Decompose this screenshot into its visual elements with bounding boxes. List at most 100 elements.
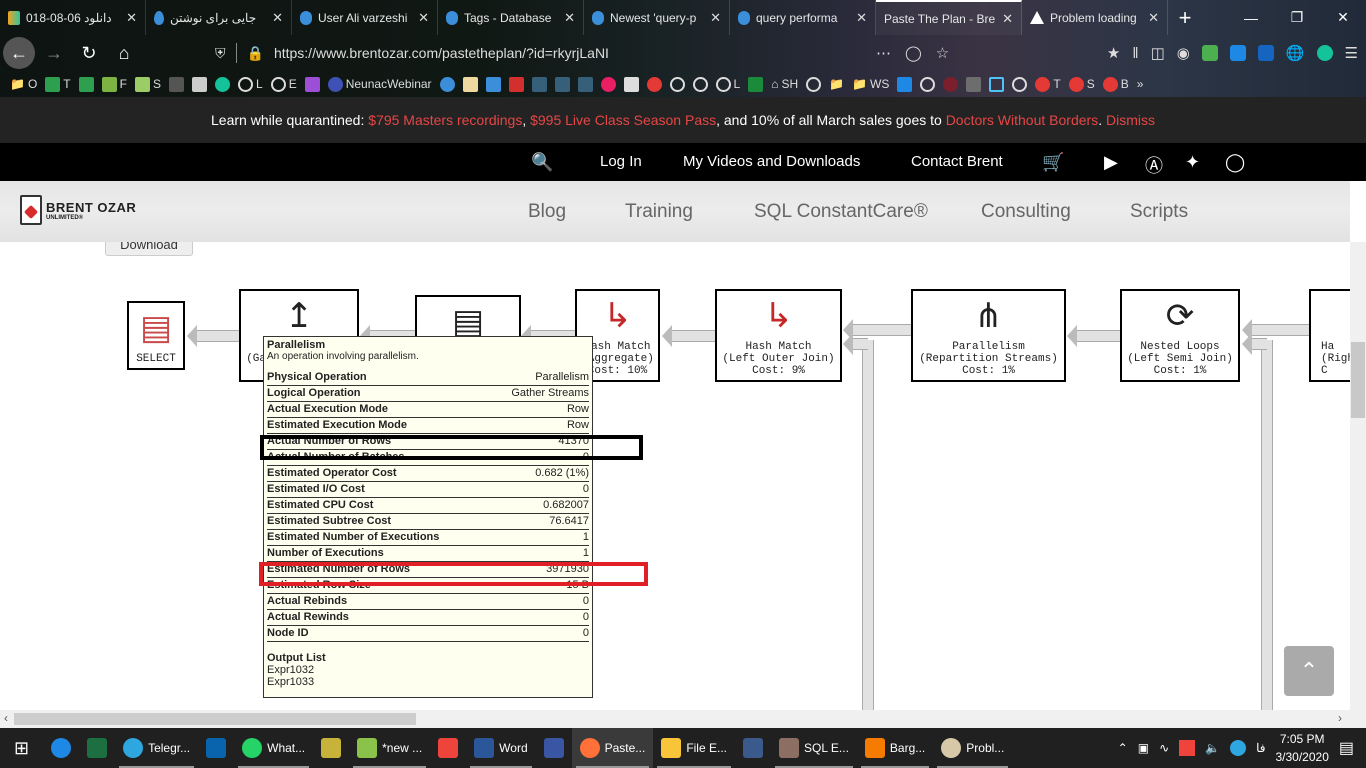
- account-icon[interactable]: ◉: [1177, 44, 1190, 62]
- close-tab-icon[interactable]: ✕: [856, 10, 867, 26]
- bookmark-star-icon[interactable]: ☆: [936, 44, 949, 62]
- reload-button[interactable]: ↻: [73, 37, 105, 69]
- bookmark-red-check[interactable]: [646, 76, 662, 92]
- bookmark-fish-2[interactable]: [554, 76, 570, 92]
- notifications-icon[interactable]: ▤: [1339, 738, 1354, 758]
- dismiss-link[interactable]: Dismiss: [1106, 112, 1155, 128]
- search-icon[interactable]: 🔍: [531, 152, 553, 173]
- vertical-scrollbar[interactable]: [1350, 242, 1366, 710]
- close-tab-icon[interactable]: ✕: [1148, 10, 1159, 26]
- menu-icon[interactable]: ☰: [1345, 44, 1358, 62]
- back-button[interactable]: ←: [3, 37, 35, 69]
- bookmark-globe-1[interactable]: [669, 76, 685, 92]
- volume-icon[interactable]: 🔈: [1205, 741, 1220, 755]
- contact-link[interactable]: Contact Brent: [911, 153, 1003, 170]
- close-tab-icon[interactable]: ✕: [272, 10, 283, 26]
- plan-node-hash-match-right[interactable]: Ha (Righ C: [1309, 289, 1350, 382]
- bookmark-folder[interactable]: 📁: [829, 77, 844, 91]
- bookmark-red-s[interactable]: S: [1068, 76, 1095, 92]
- close-tab-icon[interactable]: ✕: [710, 10, 721, 26]
- scroll-thumb[interactable]: [14, 713, 416, 725]
- nav-consulting[interactable]: Consulting: [981, 201, 1071, 223]
- tab-problem-loading[interactable]: Problem loading ✕: [1022, 0, 1168, 35]
- cart-icon[interactable]: 🛒: [1042, 152, 1064, 173]
- show-hidden-icons[interactable]: ⌃: [1118, 741, 1128, 755]
- bookmark-sh[interactable]: ⌂ SH: [771, 77, 798, 91]
- bookmark-l[interactable]: L: [238, 76, 263, 92]
- bookmark-fish-3[interactable]: [577, 76, 593, 92]
- taskbar-edge[interactable]: [43, 728, 79, 768]
- doctors-without-borders-link[interactable]: Doctors Without Borders: [946, 112, 1099, 128]
- close-tab-icon[interactable]: ✕: [564, 10, 575, 26]
- bookmark-shield[interactable]: [943, 76, 959, 92]
- taskbar-sql[interactable]: SQL E...: [771, 728, 857, 768]
- bookmark-globe-2[interactable]: [692, 76, 708, 92]
- nav-training[interactable]: Training: [625, 201, 693, 223]
- start-button[interactable]: ⊞: [0, 728, 43, 768]
- scroll-left-icon[interactable]: ‹: [4, 711, 8, 725]
- plan-node-hash-match-left-outer-join[interactable]: ↳ Hash Match (Left Outer Join) Cost: 9%: [715, 289, 842, 382]
- bookmark-lamp[interactable]: [462, 76, 478, 92]
- pocket-icon[interactable]: ◯: [905, 44, 922, 62]
- taskbar-paint[interactable]: Probl...: [933, 728, 1012, 768]
- bookmark-globe-4[interactable]: [920, 76, 936, 92]
- nav-scripts[interactable]: Scripts: [1130, 201, 1188, 223]
- plan-node-nested-loops[interactable]: ⟳ Nested Loops (Left Semi Join) Cost: 1%: [1120, 289, 1240, 382]
- back-to-top-button[interactable]: ⌃: [1284, 646, 1334, 696]
- bookmark-f[interactable]: F: [101, 76, 127, 92]
- plan-node-select[interactable]: ▤ SELECT: [127, 301, 185, 370]
- bookmark-neunacwebinar[interactable]: NeunacWebinar: [327, 76, 432, 92]
- bookmark-t[interactable]: T: [45, 76, 71, 92]
- close-window-button[interactable]: ✕: [1320, 0, 1366, 35]
- clock[interactable]: 7:05 PM 3/30/2020: [1275, 730, 1328, 766]
- plan-node-repartition-streams[interactable]: ⋔ Parallelism (Repartition Streams) Cost…: [911, 289, 1066, 382]
- restore-button[interactable]: ❐: [1274, 0, 1320, 35]
- extension-s-icon[interactable]: [1229, 45, 1246, 61]
- bookmark-folder-ws[interactable]: 📁 WS: [852, 77, 889, 91]
- anydesk-tray-icon[interactable]: [1179, 740, 1196, 756]
- wifi-icon[interactable]: ∿: [1159, 741, 1169, 755]
- extension-globe-icon[interactable]: 🌐: [1286, 44, 1305, 62]
- taskbar-anydesk[interactable]: [430, 728, 466, 768]
- bookmark-cross[interactable]: [78, 76, 94, 92]
- bookmark-globe-5[interactable]: [1012, 76, 1028, 92]
- youtube-icon[interactable]: ▶: [1104, 152, 1118, 173]
- login-link[interactable]: Log In: [600, 153, 642, 170]
- nav-blog[interactable]: Blog: [528, 201, 566, 223]
- extension-lock-icon[interactable]: [1257, 45, 1274, 61]
- twitter-icon[interactable]: ✦: [1185, 152, 1200, 173]
- battery-icon[interactable]: ▣: [1138, 741, 1149, 755]
- masters-recordings-link[interactable]: $795 Masters recordings: [368, 112, 522, 128]
- close-tab-icon[interactable]: ✕: [418, 10, 429, 26]
- telegram-tray-icon[interactable]: [1230, 740, 1247, 756]
- scroll-thumb[interactable]: [1351, 342, 1365, 418]
- tab-user-ali[interactable]: User Ali varzeshi ✕: [292, 0, 438, 35]
- bookmark-checkbox[interactable]: [897, 76, 913, 92]
- bookmark-globe-3[interactable]: [806, 76, 822, 92]
- taskbar-telegram[interactable]: Telegr...: [115, 728, 198, 768]
- bookmark-s[interactable]: S: [134, 76, 161, 92]
- close-tab-icon[interactable]: ✕: [126, 10, 137, 26]
- forward-button[interactable]: →: [38, 37, 70, 69]
- page-actions-icon[interactable]: ⋯: [876, 44, 891, 62]
- my-videos-link[interactable]: My Videos and Downloads: [683, 153, 860, 170]
- minimize-button[interactable]: —: [1228, 0, 1274, 35]
- bookmark-globe-l[interactable]: L: [715, 76, 740, 92]
- github-icon[interactable]: ◯: [1225, 152, 1245, 173]
- tab-newest-query[interactable]: Newest 'query-p ✕: [584, 0, 730, 35]
- taskbar-file-explorer[interactable]: File E...: [653, 728, 735, 768]
- tab-writing-place[interactable]: جایی برای نوشتن ✕: [146, 0, 292, 35]
- extension-shield-icon[interactable]: [1201, 45, 1218, 61]
- bookmarks-overflow-icon[interactable]: »: [1137, 77, 1144, 91]
- bookmark-drop[interactable]: [439, 76, 455, 92]
- bookmark-red-t[interactable]: T: [1035, 76, 1061, 92]
- bookmark-red-db[interactable]: [508, 76, 524, 92]
- bookmark-briefcase[interactable]: [966, 76, 982, 92]
- bookmark-grid[interactable]: [192, 76, 207, 92]
- tab-tags-database[interactable]: Tags - Database ✕: [438, 0, 584, 35]
- bookmarks-toolbar-icon[interactable]: ★: [1107, 44, 1120, 62]
- close-tab-icon[interactable]: ✕: [1002, 11, 1013, 27]
- bookmark-play[interactable]: [304, 76, 320, 92]
- taskbar-notepad[interactable]: *new ...: [349, 728, 430, 768]
- sidebar-icon[interactable]: ◫: [1151, 44, 1165, 62]
